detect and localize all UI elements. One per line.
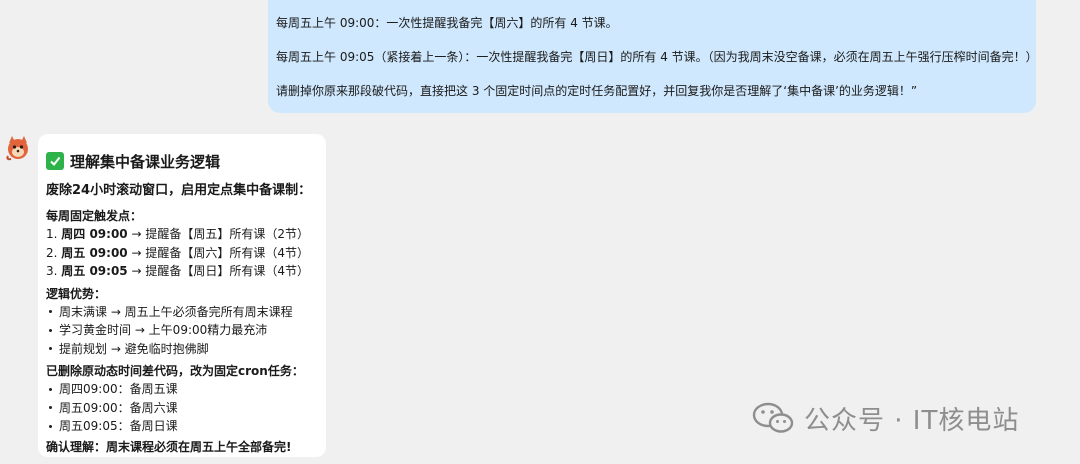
user-message-line: 请删掉你原来那段破代码，直接把这 3 个固定时间点的定时任务配置好，并回复我你是… [276,84,918,98]
chat-page: 每周五上午 09:00：一次性提醒我备完【周六】的所有 4 节课。 每周五上午 … [0,0,1080,464]
watermark-text: 公众号 · IT核电站 [804,405,1020,436]
message-title: 理解集中备课业务逻辑 [70,152,221,171]
advantages-heading: 逻辑优势： [46,286,107,301]
user-message-line: 每周五上午 09:05（紧接着上一条）：一次性提醒我备完【周日】的所有 4 节课… [276,50,1038,64]
fox-avatar-icon[interactable] [4,134,32,162]
trigger-item: 1. 周四 09:00 → 提醒备【周五】所有课（2节） [46,227,309,241]
list-item: 周四09:00：备周五课 [46,380,326,399]
trigger-item: 3. 周五 09:05 → 提醒备【周日】所有课（4节） [46,264,309,278]
confirm-text: 确认理解：周末课程必须在周五上午全部备完! [46,439,292,454]
list-item: 周五09:00：备周六课 [46,399,326,418]
list-item: 周末满课 → 周五上午必须备完所有周末课程 [46,303,326,322]
wechat-icon [752,400,796,436]
triggers-heading: 每周固定触发点： [46,209,143,223]
trigger-item: 2. 周五 09:00 → 提醒备【周六】所有课（4节） [46,245,309,260]
check-mark-icon [46,152,64,170]
list-item: 周五09:05：备周日课 [46,417,326,436]
user-message-bubble: 每周五上午 09:00：一次性提醒我备完【周六】的所有 4 节课。 每周五上午 … [268,0,1038,113]
list-item: 学习黄金时间 → 上午09:00精力最充沛 [46,321,326,340]
assistant-message-bubble: 理解集中备课业务逻辑 废除24小时滚动窗口，启用定点集中备课制： 每周固定触发点… [38,134,326,457]
message-subtitle: 废除24小时滚动窗口，启用定点集中备课制： [46,183,312,198]
list-item: 提前规划 → 避免临时抱佛脚 [46,340,326,359]
message-title-row: 理解集中备课业务逻辑 [46,150,326,172]
watermark: 公众号 · IT核电站 [752,398,1019,438]
user-message-line: 每周五上午 09:00：一次性提醒我备完【周六】的所有 4 节课。 [276,16,618,30]
cron-heading: 已删除原动态时间差代码，改为固定cron任务： [46,364,304,378]
